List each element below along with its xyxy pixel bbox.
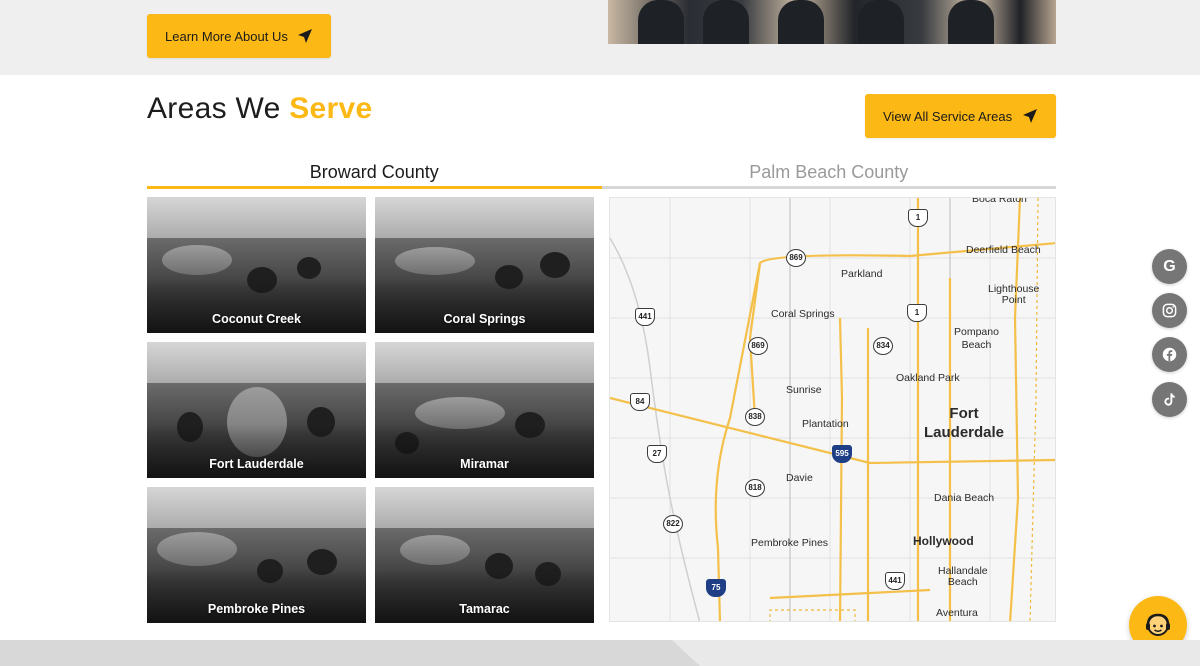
instagram-icon [1162,303,1177,318]
arrow-icon [298,29,312,43]
service-area-map[interactable]: Boca Raton Deerfield Beach Parkland Ligh… [609,197,1056,622]
instagram-button[interactable] [1152,293,1187,328]
map-label-pompano-beach: Pompano Beach [954,326,999,351]
view-all-label: View All Service Areas [883,108,1013,124]
road-shield: 869 [786,249,806,267]
map-label-sunrise: Sunrise [786,384,822,396]
city-label: Coral Springs [443,312,526,326]
map-label-plantation: Plantation [802,418,849,430]
tiktok-button[interactable] [1152,382,1187,417]
road-shield: 84 [630,393,650,411]
city-label: Miramar [460,457,509,471]
map-label-deerfield-beach: Deerfield Beach [966,244,1041,256]
road-shield: 27 [647,445,667,463]
map-label-hollywood: Hollywood [913,534,974,548]
city-card-coconut-creek[interactable]: Coconut Creek [147,197,366,333]
city-card-pembroke-pines[interactable]: Pembroke Pines [147,487,366,623]
tiktok-icon [1164,393,1175,406]
county-tabs: Broward County Palm Beach County [147,159,1056,189]
areas-title: Areas We Serve [147,92,373,125]
road-shield: 1 [908,209,928,227]
road-shield: 869 [748,337,768,355]
map-label-oakland-park: Oakland Park [896,372,960,384]
google-button[interactable]: G [1152,249,1187,284]
city-card-tamarac[interactable]: Tamarac [375,487,594,623]
city-card-coral-springs[interactable]: Coral Springs [375,197,594,333]
facebook-button[interactable] [1152,337,1187,372]
road-shield: 834 [873,337,893,355]
map-label-parkland: Parkland [841,268,883,280]
road-shield: 818 [745,479,765,497]
bottom-band [0,640,1200,666]
city-label: Fort Lauderdale [209,457,304,471]
city-label: Pembroke Pines [207,602,306,616]
map-label-aventura: Aventura [936,607,978,619]
learn-more-button[interactable]: Learn More About Us [147,14,331,58]
tab-palm-beach-county[interactable]: Palm Beach County [601,159,1056,189]
team-photo [608,0,1056,44]
facebook-icon [1162,347,1177,362]
google-icon: G [1163,257,1176,275]
map-label-boca-raton: Boca Raton [972,197,1027,205]
road-shield: 75 [706,579,726,597]
city-card-fort-lauderdale[interactable]: Fort Lauderdale [147,342,366,478]
learn-more-label: Learn More About Us [165,28,288,44]
road-shield: 595 [832,445,852,463]
view-all-areas-button[interactable]: View All Service Areas [865,94,1056,138]
map-label-hallandale-beach: Hallandale Beach [938,565,988,588]
arrow-icon [1023,109,1037,123]
road-shield: 838 [745,408,765,426]
map-label-dania-beach: Dania Beach [934,492,995,504]
areas-section: Areas We Serve View All Service Areas Br… [0,75,1200,640]
road-shield: 441 [885,572,905,590]
city-label: Coconut Creek [212,312,301,326]
support-agent-icon [1146,613,1170,636]
city-card-miramar[interactable]: Miramar [375,342,594,478]
map-label-coral-springs: Coral Springs [771,308,835,320]
road-shield: 1 [907,304,927,322]
map-label-pembroke-pines: Pembroke Pines [751,537,829,549]
map-label-lighthouse-point: Lighthouse Point [988,283,1040,306]
road-shield: 822 [663,515,683,533]
map-label-fort-lauderdale: Fort Lauderdale [924,405,1005,441]
city-label: Tamarac [459,602,510,616]
road-shield: 441 [635,308,655,326]
map-label-davie: Davie [786,472,813,484]
tab-broward-county[interactable]: Broward County [147,159,602,189]
